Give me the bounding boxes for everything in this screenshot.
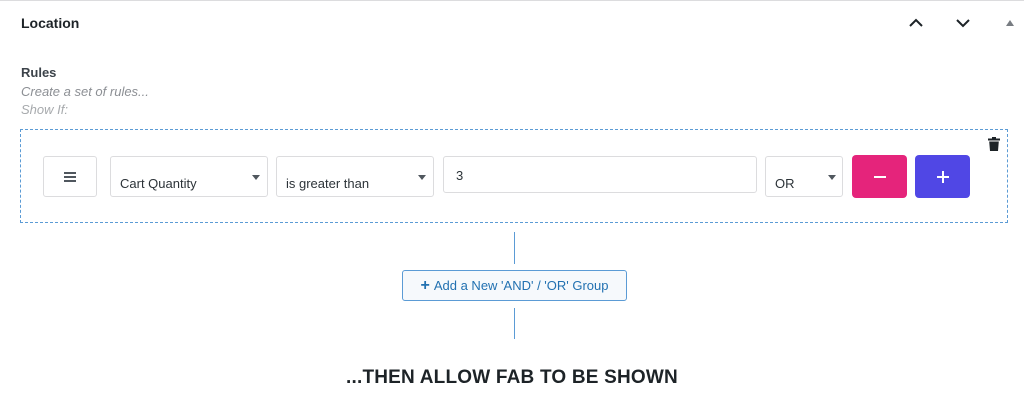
chevron-down-icon — [956, 19, 970, 28]
rule-logic-select[interactable]: OR — [765, 156, 843, 197]
rules-description: Create a set of rules... — [21, 84, 149, 99]
rule-type-select[interactable]: Cart Quantity — [110, 156, 268, 197]
dropdown-caret-icon — [828, 175, 836, 180]
remove-rule-button[interactable] — [852, 155, 907, 198]
delete-group-button[interactable] — [988, 137, 1000, 151]
chevron-up-icon — [909, 18, 923, 27]
hamburger-icon — [64, 171, 76, 182]
rule-type-value: Cart Quantity — [120, 176, 197, 191]
drag-handle[interactable] — [43, 156, 97, 197]
then-statement: ...THEN ALLOW FAB TO BE SHOWN — [346, 367, 678, 388]
trash-icon — [988, 137, 1000, 151]
move-up-button[interactable] — [906, 13, 926, 33]
rule-logic-value: OR — [775, 176, 795, 191]
connector-line — [514, 232, 515, 264]
dropdown-caret-icon — [252, 175, 260, 180]
dropdown-caret-icon — [418, 175, 426, 180]
panel-title: Location — [21, 15, 80, 31]
show-if-label: Show If: — [21, 102, 68, 117]
add-group-label: Add a New 'AND' / 'OR' Group — [433, 278, 609, 293]
plus-icon — [936, 170, 949, 183]
rule-value-input[interactable]: 3 — [443, 156, 757, 193]
triangle-up-icon — [1006, 20, 1014, 26]
move-down-button[interactable] — [953, 13, 973, 33]
panel-header: Location — [0, 1, 1024, 45]
rule-value-text: 3 — [456, 168, 464, 183]
rules-label: Rules — [21, 65, 57, 80]
plus-icon: + — [420, 276, 430, 294]
toggle-panel-button[interactable] — [1002, 15, 1018, 31]
add-group-button[interactable]: + Add a New 'AND' / 'OR' Group — [402, 270, 627, 301]
connector-line — [514, 308, 515, 339]
rule-operator-select[interactable]: is greater than — [276, 156, 434, 197]
location-panel: Location Rules Create a set of rules... … — [0, 0, 1024, 415]
rule-operator-value: is greater than — [286, 176, 370, 191]
add-rule-button[interactable] — [915, 155, 970, 198]
minus-icon — [873, 175, 886, 178]
